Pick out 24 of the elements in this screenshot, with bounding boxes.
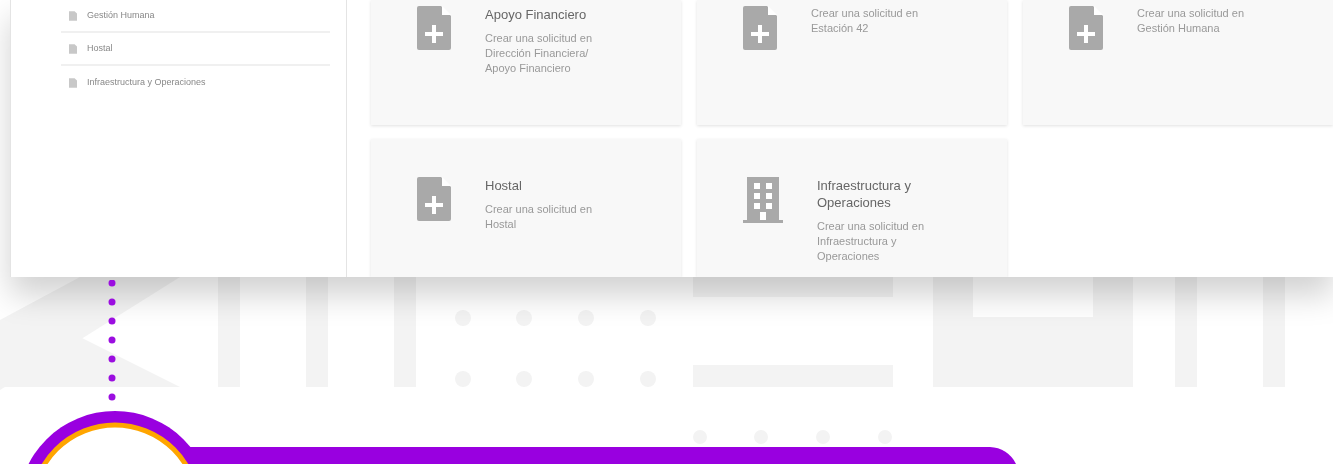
document-plus-icon: [1069, 6, 1103, 50]
sidebar-item[interactable]: Infraestructura y Operaciones: [87, 75, 206, 90]
document-plus-icon: [743, 6, 777, 50]
document-icon: [69, 77, 77, 88]
card-description: Crear una solicitud en Infraestructura y Operaciones: [817, 219, 925, 264]
document-plus-icon: [417, 6, 451, 50]
document-icon: [69, 10, 77, 21]
category-card[interactable]: Infraestructura y Operaciones Crear una solicitud en Infraestructura y Operaciones: [697, 139, 1007, 277]
sidebar-item[interactable]: Hostal: [87, 41, 113, 56]
card-title: Apoyo Financiero: [485, 6, 588, 23]
category-card[interactable]: Crear una solicitud en Gestión Humana: [1023, 0, 1333, 125]
category-card[interactable]: Crear una solicitud en Estación 42: [697, 0, 1007, 125]
category-card[interactable]: Apoyo Financiero Crear una solicitud en Dirección Financiera/ Apoyo Financiero: [371, 0, 681, 125]
sidebar-item[interactable]: Gestión Humana: [87, 8, 155, 23]
card-description: Crear una solicitud en Gestión Humana: [1137, 6, 1245, 36]
card-description: Crear una solicitud en Estación 42: [811, 6, 919, 36]
card-title: Infraestructura y Operaciones: [817, 177, 912, 211]
document-icon: [69, 43, 77, 54]
card-description: Crear una solicitud en Dirección Financiera/ Apoyo Financiero: [485, 31, 593, 76]
document-plus-icon: [417, 177, 451, 221]
card-title: Hostal: [485, 177, 523, 194]
category-card[interactable]: Hostal Crear una solicitud en Hostal: [371, 139, 681, 277]
card-description: Crear una solicitud en Hostal: [485, 202, 593, 232]
building-icon: [743, 177, 783, 223]
